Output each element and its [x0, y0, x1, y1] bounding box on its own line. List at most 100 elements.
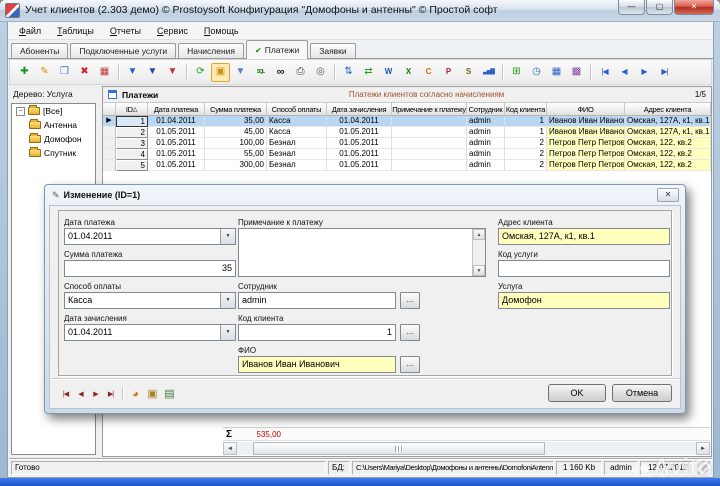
tree-item-домофон[interactable]: Домофон — [12, 132, 95, 146]
grid-header-1[interactable]: Дата платежа — [148, 103, 205, 115]
tab-platezhi[interactable]: ✔Платежи — [246, 40, 308, 59]
grid-header-9[interactable]: Адрес клиента — [625, 103, 711, 115]
nav-prev-button[interactable]: ◀ — [615, 63, 634, 82]
scroll-right-icon[interactable]: ► — [696, 442, 710, 455]
payment-date-label: Дата платежа — [64, 218, 115, 227]
table-properties-button[interactable]: ▦ — [547, 63, 566, 82]
grid-header-id[interactable]: ID△ — [116, 103, 148, 115]
client-code-lookup-button[interactable]: ... — [400, 324, 420, 341]
dropdown-icon[interactable]: ▼ — [220, 325, 235, 340]
import-data-button[interactable]: ⇅ — [339, 63, 358, 82]
table-row[interactable]: 201.05.201145,00Касса01.05.2011admin1Ива… — [103, 127, 711, 138]
edit-record-button[interactable]: ✎ — [35, 63, 54, 82]
dropdown-icon[interactable]: ▼ — [220, 293, 235, 308]
employee-lookup-button[interactable]: ... — [400, 292, 420, 309]
payment-date-input[interactable]: 01.04.2011 ▼ — [64, 228, 236, 245]
copy-record-button[interactable]: ❐ — [55, 63, 74, 82]
resize-grip[interactable] — [698, 461, 710, 475]
tree-item-все[interactable]: −[Все] — [12, 104, 95, 118]
service-code-input[interactable] — [498, 260, 670, 277]
service-input[interactable]: Домофон — [498, 292, 670, 309]
nav-first-button[interactable]: |◀ — [595, 63, 614, 82]
dropdown-icon[interactable]: ▼ — [220, 229, 235, 244]
client-address-input[interactable]: Омская, 127А, к1, кв.1 — [498, 228, 670, 245]
add-record-button[interactable]: ✚ — [15, 63, 34, 82]
remove-filter-button[interactable]: ▼ — [163, 63, 182, 82]
payment-method-input[interactable]: Касса ▼ — [64, 292, 236, 309]
scroll-up-icon[interactable]: ▲ — [473, 229, 485, 240]
record-first-button[interactable]: |◀ — [58, 386, 73, 401]
tab-nachisleniya[interactable]: Начисления — [178, 43, 244, 58]
sql-query-button[interactable]: SQL — [251, 63, 270, 82]
menu-reports[interactable]: Отчеты — [102, 24, 149, 38]
delete-selection-button[interactable]: ▦ — [95, 63, 114, 82]
filter-button[interactable]: ▼ — [123, 63, 142, 82]
refresh-button[interactable]: ⟳ — [191, 63, 210, 82]
grid-header-3[interactable]: Способ оплаты — [267, 103, 327, 115]
scroll-down-icon[interactable]: ▼ — [473, 265, 485, 276]
grid-header-8[interactable]: ФИО — [547, 103, 625, 115]
orb-button[interactable]: ◕ — [127, 385, 144, 402]
record-prev-button[interactable]: ◀ — [73, 386, 88, 401]
client-code-input[interactable]: 1 — [238, 324, 396, 341]
payment-sum-input[interactable]: 35 — [64, 260, 236, 277]
tab-abonenty[interactable]: Абоненты — [11, 43, 68, 58]
filter-for-selection-button[interactable]: ▼ — [143, 63, 162, 82]
sync-data-button[interactable]: ⇄ — [359, 63, 378, 82]
employee-input[interactable]: admin — [238, 292, 396, 309]
grid-header-5[interactable]: Примечание к платежу — [392, 103, 467, 115]
export-file-button[interactable]: S — [459, 63, 478, 82]
menu-help[interactable]: Помощь — [196, 24, 247, 38]
tab-zayavki[interactable]: Заявки — [310, 43, 355, 58]
search-button[interactable]: ∞ — [271, 63, 290, 82]
maximize-button[interactable]: ▢ — [646, 0, 673, 15]
export-excel-button[interactable]: X — [399, 63, 418, 82]
menu-service[interactable]: Сервис — [149, 24, 196, 38]
horizontal-scrollbar[interactable]: ◄ ► — [223, 442, 710, 455]
filter-builder-button[interactable]: ▼ — [231, 63, 250, 82]
ok-button[interactable]: OK — [548, 384, 606, 402]
format-colors-button[interactable]: ▩ — [567, 63, 586, 82]
tab-podklyuchennye-uslugi[interactable]: Подключенные услуги — [70, 43, 176, 58]
minimize-button[interactable]: — — [618, 0, 645, 15]
fio-input[interactable]: Иванов Иван Иванович — [238, 356, 396, 373]
delete-record-button[interactable]: ✖ — [75, 63, 94, 82]
record-last-button[interactable]: ▶| — [103, 386, 118, 401]
export-calc-button[interactable]: C — [419, 63, 438, 82]
scroll-left-icon[interactable]: ◄ — [223, 442, 237, 455]
group-panel-button[interactable]: ▣ — [211, 63, 230, 82]
export-word-button[interactable]: W — [379, 63, 398, 82]
export-pdf-button[interactable]: P — [439, 63, 458, 82]
credit-date-input[interactable]: 01.04.2011 ▼ — [64, 324, 236, 341]
menu-tables[interactable]: Таблицы — [49, 24, 102, 38]
chart-button[interactable]: ▃▅▇ — [479, 63, 498, 82]
scrollbar-thumb[interactable] — [253, 442, 545, 455]
note-textarea[interactable]: ▲ ▼ — [238, 228, 486, 277]
textarea-scrollbar[interactable]: ▲ ▼ — [472, 229, 485, 276]
print-button[interactable]: ⎙ — [291, 63, 310, 82]
grid-header-4[interactable]: Дата зачисления — [327, 103, 392, 115]
table-row[interactable]: 501.05.2011300,00Безнал01.05.2011admin2П… — [103, 160, 711, 171]
table-row[interactable]: 401.05.201155,00Безнал01.05.2011admin2Пе… — [103, 149, 711, 160]
grid-header-2[interactable]: Сумма платежа — [205, 103, 267, 115]
tree-item-спутник[interactable]: Спутник — [12, 146, 95, 160]
grid-header-6[interactable]: Сотрудник — [467, 103, 505, 115]
expander-icon[interactable]: − — [16, 107, 25, 116]
tree-item-антенна[interactable]: Антенна — [12, 118, 95, 132]
table-row[interactable]: 301.05.2011100,00Безнал01.05.2011admin2П… — [103, 138, 711, 149]
history-button[interactable]: ◷ — [527, 63, 546, 82]
close-button[interactable]: ✕ — [674, 0, 714, 15]
table-row[interactable]: ▶101.04.201135,00Касса01.04.2011admin1Ив… — [103, 116, 711, 127]
cancel-button[interactable]: Отмена — [612, 384, 672, 402]
dialog-close-button[interactable]: ✕ — [657, 188, 679, 202]
menu-file[interactable]: Файл — [11, 24, 49, 38]
add-child-record-button[interactable]: ⊞ — [507, 63, 526, 82]
fio-lookup-button[interactable]: ... — [400, 356, 420, 373]
print-preview-button[interactable]: ◎ — [311, 63, 330, 82]
nav-next-button[interactable]: ▶ — [635, 63, 654, 82]
package-button[interactable]: ▣ — [144, 385, 161, 402]
record-next-button[interactable]: ▶ — [88, 386, 103, 401]
nav-last-button[interactable]: ▶| — [655, 63, 674, 82]
grid-header-7[interactable]: Код клиента — [505, 103, 547, 115]
notebook-button[interactable]: ▤ — [161, 385, 178, 402]
